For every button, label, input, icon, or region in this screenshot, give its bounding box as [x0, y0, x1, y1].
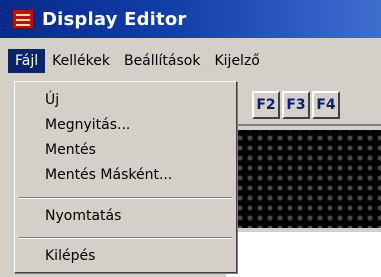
menu-separator: [19, 197, 232, 199]
menu-kellekek[interactable]: Kellékek: [45, 49, 117, 73]
menu-item-save[interactable]: Mentés: [45, 140, 96, 160]
led-dot-matrix-display[interactable]: [232, 130, 381, 228]
menu-item-open[interactable]: Megnyitás...: [45, 115, 130, 135]
app-window: Display Editor Fájl Kellékek Beállítások…: [0, 0, 381, 277]
f2-button[interactable]: F2: [252, 91, 280, 119]
menu-beallitasok[interactable]: Beállítások: [117, 49, 208, 73]
window-title: Display Editor: [42, 8, 187, 30]
f3-button[interactable]: F3: [282, 91, 310, 119]
title-bar[interactable]: Display Editor: [0, 0, 381, 38]
menu-item-save-as[interactable]: Mentés Másként...: [45, 165, 172, 185]
lower-panel: [226, 232, 381, 277]
menu-bar: Fájl Kellékek Beállítások Kijelző: [0, 47, 381, 75]
menu-separator: [19, 237, 232, 239]
menu-kijelzo[interactable]: Kijelző: [207, 49, 266, 73]
file-menu-dropdown: Új Megnyitás... Mentés Mentés Másként...…: [14, 81, 237, 273]
app-icon: [12, 9, 34, 29]
menu-item-exit[interactable]: Kilépés: [45, 246, 95, 266]
menu-item-new[interactable]: Új: [45, 90, 59, 110]
menu-item-print[interactable]: Nyomtatás: [45, 206, 121, 226]
f4-button[interactable]: F4: [312, 91, 340, 119]
menu-fajl[interactable]: Fájl: [8, 49, 46, 73]
